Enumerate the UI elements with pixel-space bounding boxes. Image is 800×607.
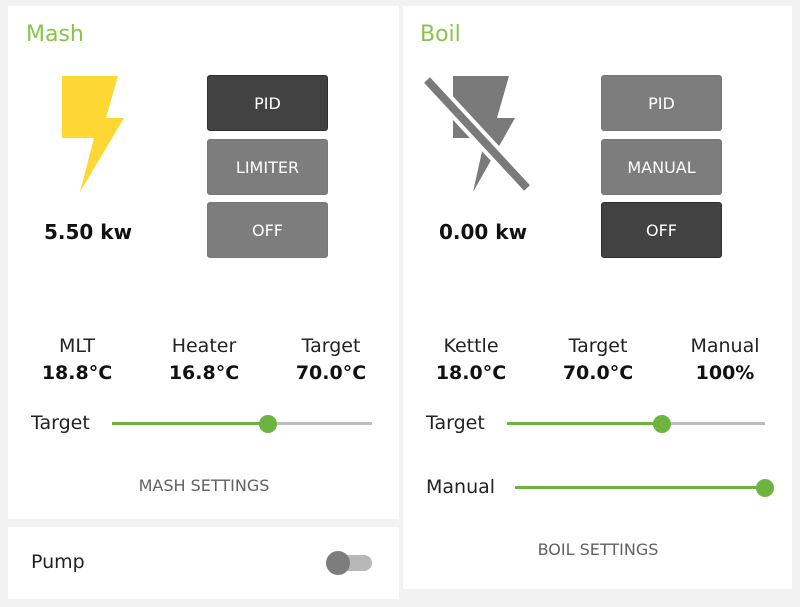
mash-target-slider-fill [112, 422, 268, 425]
mlt-temp-value: 18.8°C [41, 362, 113, 384]
mash-target-temp-value: 70.0°C [295, 362, 367, 384]
pump-toggle-knob [326, 551, 350, 575]
mash-card: Mash 5.50 kw PID LIMITER OFF MLT 18.8°C … [8, 6, 399, 519]
boil-target-slider[interactable] [507, 415, 765, 433]
pump-label: Pump [31, 551, 85, 573]
mash-mode-pid-button[interactable]: PID [207, 75, 328, 131]
boil-mode-pid-button[interactable]: PID [601, 75, 722, 131]
boil-target-slider-fill [507, 422, 662, 425]
boil-settings-button[interactable]: BOIL SETTINGS [488, 540, 708, 559]
lightning-bolt-off-icon [423, 74, 533, 194]
boil-manual-slider-thumb[interactable] [756, 479, 774, 497]
manual-percent-label: Manual [690, 335, 760, 357]
boil-target-slider-thumb[interactable] [652, 415, 671, 433]
mash-power-readout: 5.50 kw [43, 220, 133, 244]
boil-target-temp-label: Target [568, 335, 628, 357]
boil-mode-off-button[interactable]: OFF [601, 202, 722, 258]
mash-target-slider-thumb[interactable] [259, 415, 277, 433]
mash-mode-limiter-button[interactable]: LIMITER [207, 139, 328, 195]
manual-percent-value: 100% [695, 362, 755, 384]
boil-manual-slider-fill [515, 486, 765, 489]
boil-card: Boil 0.00 kw PID MANUAL OFF Kettle 18.0°… [403, 6, 792, 589]
mash-title: Mash [26, 22, 84, 47]
pump-card: Pump [8, 527, 399, 599]
boil-title: Boil [420, 22, 461, 47]
boil-target-slider-label: Target [426, 412, 485, 434]
boil-mode-manual-button[interactable]: MANUAL [601, 139, 722, 195]
kettle-temp-label: Kettle [443, 335, 499, 357]
boil-manual-slider-label: Manual [426, 476, 496, 498]
mash-mode-off-button[interactable]: OFF [207, 202, 328, 258]
heater-temp-value: 16.8°C [168, 362, 240, 384]
mash-target-slider[interactable] [112, 415, 372, 433]
boil-power-readout: 0.00 kw [438, 220, 528, 244]
mlt-temp-label: MLT [59, 335, 95, 357]
boil-target-temp-value: 70.0°C [562, 362, 634, 384]
mash-settings-button[interactable]: MASH SETTINGS [94, 476, 314, 495]
boil-manual-slider[interactable] [515, 479, 774, 497]
lightning-bolt-icon [62, 76, 124, 192]
pump-toggle[interactable] [326, 551, 372, 575]
kettle-temp-value: 18.0°C [435, 362, 507, 384]
mash-target-temp-label: Target [301, 335, 361, 357]
mash-target-slider-label: Target [31, 412, 90, 434]
heater-temp-label: Heater [171, 335, 237, 357]
